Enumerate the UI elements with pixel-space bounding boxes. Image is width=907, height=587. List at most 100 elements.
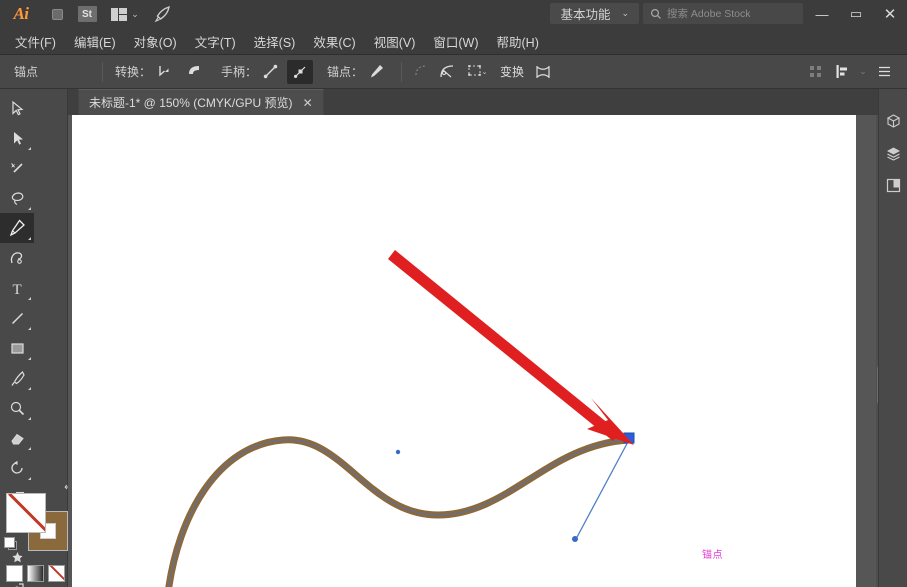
direction-handle-point (572, 536, 578, 542)
svg-text:⌄: ⌄ (482, 69, 487, 76)
menu-help[interactable]: 帮助(H) (488, 29, 548, 54)
hide-handles-icon[interactable] (287, 59, 314, 84)
control-bar: 锚点 转换： 手柄： 锚点： ⌄ 变换 ⌄ (0, 55, 907, 89)
tool-expand-corner-icon (28, 207, 31, 210)
arrange-documents-icon[interactable]: ⌄ (102, 0, 148, 28)
right-dock (878, 89, 907, 587)
workspace-switcher[interactable]: 基本功能 ⌄ (550, 3, 639, 24)
color-swatch-button[interactable] (6, 565, 23, 582)
path-anchor-point-mid (395, 449, 401, 455)
control-divider-2 (401, 61, 403, 82)
window-controls: — ▭ ✕ (805, 0, 907, 28)
tool-expand-corner-icon (28, 237, 31, 240)
menu-effect[interactable]: 效果(C) (304, 29, 364, 54)
panel-options-menu-icon[interactable] (871, 60, 897, 84)
layers-panel-icon[interactable] (879, 137, 907, 169)
convert-to-smooth-icon[interactable] (181, 60, 207, 84)
anchor-tooltip: 锚点 (702, 550, 723, 561)
envelope-distort-icon[interactable] (530, 60, 556, 84)
document-tab-bar: 未标题-1* @ 150% (CMYK/GPU 预览) ✕ (68, 89, 907, 115)
control-divider-1 (102, 61, 103, 82)
distribute-objects-icon[interactable] (829, 60, 855, 84)
menu-file[interactable]: 文件(F) (6, 29, 65, 54)
app-logo: Ai (13, 4, 29, 23)
menu-object[interactable]: 对象(O) (125, 29, 186, 54)
menu-type[interactable]: 文字(T) (186, 29, 245, 54)
convert-anchor-group (151, 60, 207, 84)
canvas-area[interactable]: Baidu 经验 jingyan.baidu.com 锚点 (68, 115, 907, 587)
shaper-tool[interactable] (0, 393, 34, 423)
show-handles-icon[interactable] (257, 60, 283, 84)
menu-window[interactable]: 窗口(W) (424, 29, 487, 54)
convert-label: 转换： (115, 65, 152, 79)
selection-tool[interactable] (0, 93, 34, 123)
type-tool[interactable]: T (0, 273, 34, 303)
tool-expand-corner-icon (28, 327, 31, 330)
pen-tool[interactable] (0, 213, 34, 243)
transform-label[interactable]: 变换 (494, 63, 530, 80)
align-chevron-down-icon[interactable]: ⌄ (855, 60, 871, 84)
tool-expand-corner-icon (28, 147, 31, 150)
handles-label: 手柄： (221, 65, 258, 79)
curvature-tool[interactable] (0, 243, 34, 273)
tools-panel: T (0, 89, 72, 587)
arrange-chevron-down-icon: ⌄ (131, 8, 139, 19)
color-mode-buttons (6, 565, 65, 582)
tool-expand-corner-icon (28, 357, 31, 360)
tool-expand-corner-icon (28, 447, 31, 450)
menu-bar: 文件(F) 编辑(E) 对象(O) 文字(T) 选择(S) 效果(C) 视图(V… (0, 28, 907, 55)
fill-swatch[interactable] (6, 493, 46, 533)
line-segment-tool[interactable] (0, 303, 34, 333)
annotation-arrow (388, 250, 634, 445)
search-icon (650, 8, 661, 19)
document-tab-title: 未标题-1* @ 150% (CMYK/GPU 预览) (89, 96, 293, 110)
handles-group (257, 59, 314, 84)
maximize-button[interactable]: ▭ (839, 0, 873, 28)
eraser-tool[interactable] (0, 423, 34, 453)
lasso-tool[interactable] (0, 183, 34, 213)
tool-expand-corner-icon (28, 477, 31, 480)
default-fill-stroke-front-icon[interactable] (4, 537, 15, 548)
menu-edit[interactable]: 编辑(E) (65, 29, 125, 54)
align-objects-icon[interactable] (803, 60, 829, 84)
tool-expand-corner-icon (28, 417, 31, 420)
rotate-tool[interactable] (0, 453, 34, 483)
cut-path-at-anchor-icon[interactable] (434, 60, 460, 84)
align-to-pixel-grid-icon[interactable]: ⌄ (460, 60, 494, 84)
paintbrush-tool[interactable] (0, 363, 34, 393)
artwork-overlay (165, 250, 635, 587)
stock-search-input[interactable]: 搜索 Adobe Stock (643, 3, 803, 24)
stock-badge-label: St (77, 6, 97, 22)
anchor-point-tool-icon[interactable] (363, 60, 389, 84)
none-swatch-button[interactable] (48, 565, 65, 582)
close-button[interactable]: ✕ (873, 0, 907, 28)
convert-to-corner-icon[interactable] (151, 60, 177, 84)
document-tab[interactable]: 未标题-1* @ 150% (CMYK/GPU 预览) ✕ (78, 89, 324, 115)
title-bar: Ai St ⌄ 基本功能 ⌄ 搜索 Adobe Stock — ▭ ✕ (0, 0, 907, 28)
minimize-button[interactable]: — (805, 0, 839, 28)
isolate-selected-object-icon[interactable] (408, 60, 434, 84)
gradient-swatch-button[interactable] (27, 565, 44, 582)
close-icon[interactable]: ✕ (303, 96, 313, 110)
direct-selection-tool[interactable] (0, 123, 34, 153)
illustrator-window: Ai St ⌄ 基本功能 ⌄ 搜索 Adobe Stock — ▭ ✕ 文件(F… (0, 0, 907, 587)
tool-expand-corner-icon (28, 387, 31, 390)
anchors-label: 锚点： (327, 65, 364, 79)
adobe-stock-icon[interactable]: St (72, 0, 102, 28)
rectangle-tool[interactable] (0, 333, 34, 363)
artwork-path-selection-highlight (168, 439, 629, 587)
rocket-icon[interactable] (148, 0, 178, 28)
tool-expand-corner-icon (28, 297, 31, 300)
magic-wand-tool[interactable] (0, 153, 34, 183)
fill-stroke-swatches: ↰ (4, 484, 72, 555)
workspace-label: 基本功能 (560, 8, 611, 22)
properties-panel-icon[interactable] (879, 105, 907, 137)
home-screen-icon[interactable] (42, 0, 72, 28)
svg-text:T: T (12, 282, 21, 297)
libraries-panel-icon[interactable] (879, 169, 907, 201)
workspace-chevron-down-icon: ⌄ (621, 8, 629, 18)
menu-select[interactable]: 选择(S) (245, 29, 305, 54)
selection-type-label: 锚点 (14, 65, 39, 79)
search-placeholder: 搜索 Adobe Stock (667, 8, 751, 20)
menu-view[interactable]: 视图(V) (365, 29, 425, 54)
